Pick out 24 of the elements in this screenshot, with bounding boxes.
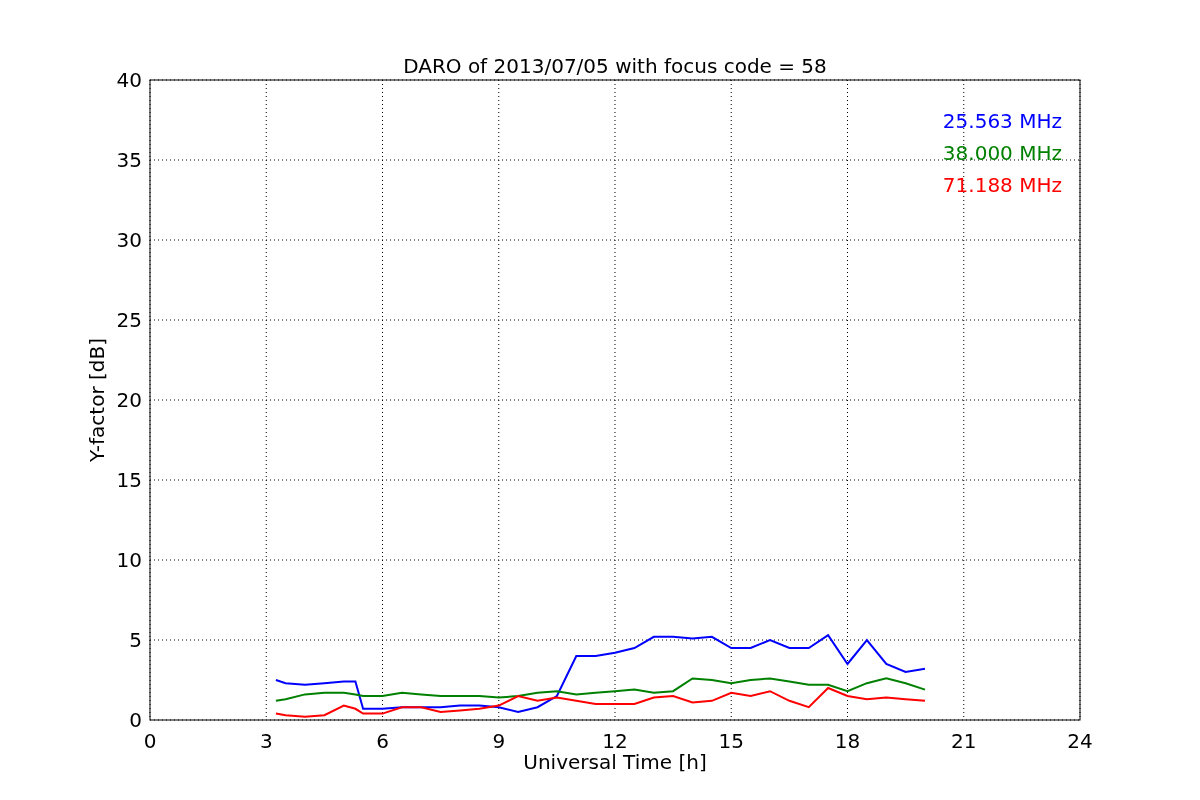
axis-tick-label: 20 bbox=[116, 388, 142, 412]
axis-tick-label: 35 bbox=[116, 148, 142, 172]
chart-title: DARO of 2013/07/05 with focus code = 58 bbox=[403, 54, 827, 78]
axis-tick-label: 25 bbox=[116, 308, 142, 332]
legend-label: 38.000 MHz bbox=[942, 141, 1062, 165]
axis-tick-label: 15 bbox=[116, 468, 142, 492]
axis-tick-label: 0 bbox=[129, 708, 142, 732]
axis-tick-label: 5 bbox=[129, 628, 142, 652]
axis-tick-label: 30 bbox=[116, 228, 142, 252]
axis-tick-label: 21 bbox=[951, 729, 977, 753]
axis-tick-label: 15 bbox=[718, 729, 744, 753]
axis-tick-label: 10 bbox=[116, 548, 142, 572]
x-axis-label: Universal Time [h] bbox=[523, 750, 707, 774]
legend-label: 71.188 MHz bbox=[942, 173, 1062, 197]
axis-tick-label: 6 bbox=[376, 729, 389, 753]
axis-tick-label: 18 bbox=[834, 729, 861, 753]
axis-tick-label: 3 bbox=[259, 729, 273, 753]
axis-tick-label: 0 bbox=[143, 729, 157, 753]
axis-tick-label: 9 bbox=[492, 729, 506, 753]
axis-tick-label: 12 bbox=[602, 729, 628, 753]
axis-tick-label: 24 bbox=[1067, 729, 1093, 753]
y-axis-label: Y-factor [dB] bbox=[85, 338, 109, 462]
axis-tick-label: 40 bbox=[116, 68, 142, 92]
legend-label: 25.563 MHz bbox=[942, 109, 1062, 133]
